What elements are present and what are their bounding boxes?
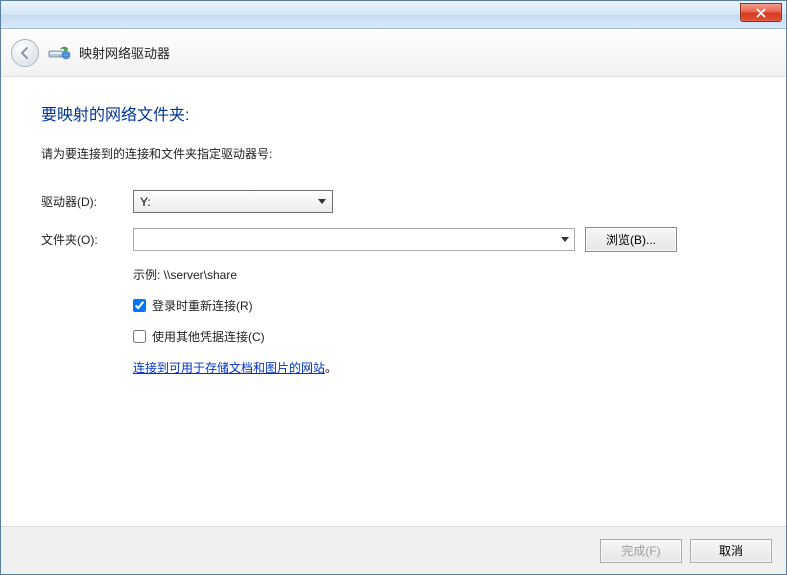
credentials-checkbox[interactable] (133, 330, 146, 343)
wizard-header: 映射网络驱动器 (1, 29, 786, 77)
back-arrow-icon (18, 46, 32, 60)
cancel-button[interactable]: 取消 (690, 539, 772, 563)
chevron-down-icon (561, 237, 569, 242)
reconnect-label: 登录时重新连接(R) (152, 297, 253, 314)
folder-input[interactable] (134, 229, 556, 250)
link-suffix: 。 (325, 361, 337, 375)
folder-row: 文件夹(O): 浏览(B)... (41, 227, 746, 252)
folder-combobox[interactable] (133, 228, 575, 251)
main-heading: 要映射的网络文件夹: (41, 101, 746, 125)
connect-website-link[interactable]: 连接到可用于存储文档和图片的网站 (133, 361, 325, 375)
options-block: 示例: \\server\share 登录时重新连接(R) 使用其他凭据连接(C… (133, 266, 746, 376)
back-button[interactable] (11, 39, 39, 67)
website-link-row: 连接到可用于存储文档和图片的网站。 (133, 359, 746, 376)
reconnect-checkbox-row: 登录时重新连接(R) (133, 297, 746, 314)
titlebar (1, 1, 786, 29)
credentials-label: 使用其他凭据连接(C) (152, 328, 265, 345)
content-area: 要映射的网络文件夹: 请为要连接到的连接和文件夹指定驱动器号: 驱动器(D): … (1, 77, 786, 526)
browse-button[interactable]: 浏览(B)... (585, 227, 677, 252)
finish-button[interactable]: 完成(F) (600, 539, 682, 563)
close-button[interactable] (740, 3, 782, 22)
drive-label: 驱动器(D): (41, 193, 133, 210)
folder-dropdown-button[interactable] (556, 229, 574, 250)
close-icon (756, 8, 766, 18)
footer: 完成(F) 取消 (1, 526, 786, 574)
network-drive-icon (47, 41, 71, 65)
drive-select-value: Y: (140, 195, 151, 209)
example-text: 示例: \\server\share (133, 266, 746, 283)
reconnect-checkbox[interactable] (133, 299, 146, 312)
drive-select[interactable]: Y: (133, 190, 333, 213)
credentials-checkbox-row: 使用其他凭据连接(C) (133, 328, 746, 345)
instruction-text: 请为要连接到的连接和文件夹指定驱动器号: (41, 145, 746, 162)
folder-label: 文件夹(O): (41, 231, 133, 248)
drive-row: 驱动器(D): Y: (41, 190, 746, 213)
map-network-drive-dialog: 映射网络驱动器 要映射的网络文件夹: 请为要连接到的连接和文件夹指定驱动器号: … (0, 0, 787, 575)
chevron-down-icon (318, 199, 326, 204)
header-title: 映射网络驱动器 (79, 43, 170, 62)
